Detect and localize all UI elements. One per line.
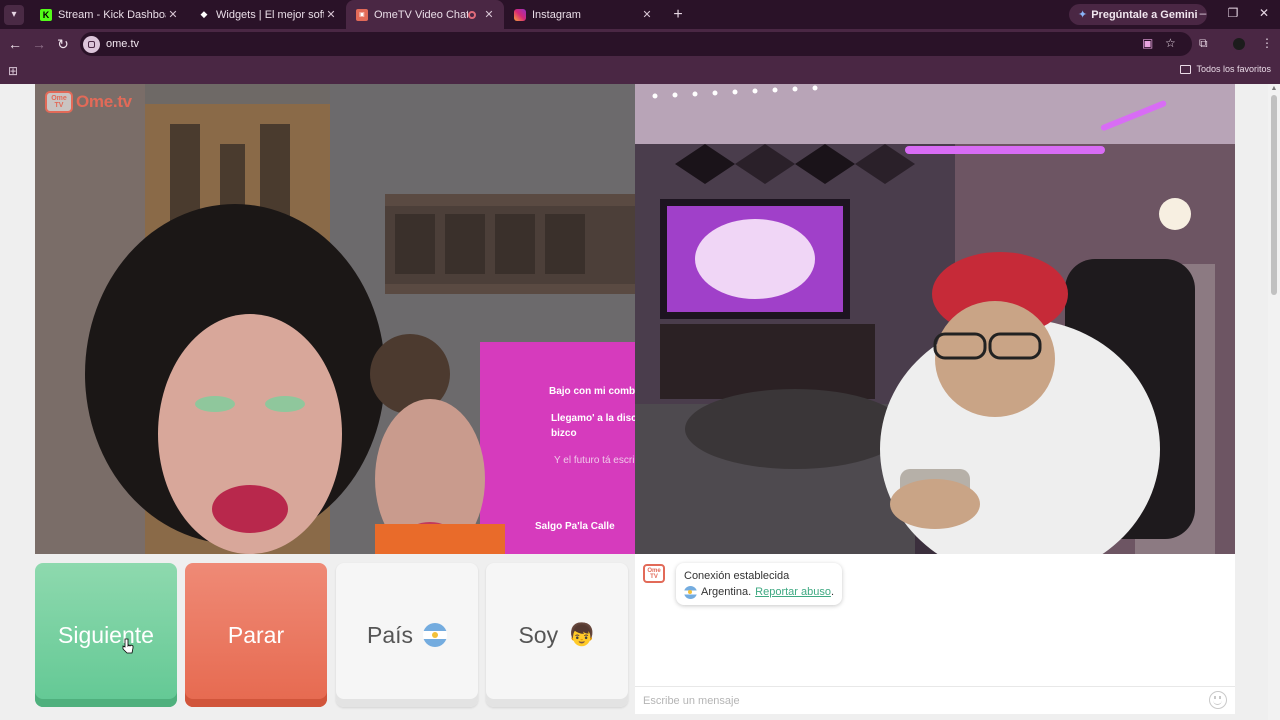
instagram-icon (514, 8, 526, 21)
hand-cursor-icon (122, 638, 134, 654)
close-icon[interactable]: ✕ (640, 8, 654, 21)
sparkle-icon: ✦ (1078, 9, 1088, 21)
next-button-label: Siguiente (58, 621, 154, 648)
screen-brand: Salgo Pa'la Calle (535, 521, 615, 532)
apps-grid-icon[interactable]: ⊞ (8, 64, 18, 78)
stop-button-label: Parar (227, 621, 285, 648)
tab-kick[interactable]: K Stream - Kick Dashboard ✕ (30, 0, 188, 29)
tab-search-icon[interactable]: ▾ (4, 4, 24, 25)
minimize-icon[interactable]: – (1196, 6, 1210, 20)
country-button[interactable]: País (336, 563, 478, 707)
forward-icon[interactable]: → (27, 36, 51, 52)
ometv-icon: ▣ (356, 8, 368, 21)
gemini-button[interactable]: ✦ Pregúntale a Gemini (1069, 4, 1207, 25)
chat-panel: Ome TV Conexión establecida Argentina. R… (635, 554, 1235, 714)
tab-title: Stream - Kick Dashboard (58, 8, 166, 21)
reload-icon[interactable]: ↻ (51, 36, 75, 53)
kick-icon: K (40, 8, 52, 21)
favorites-label: Todos los favoritos (1196, 64, 1271, 74)
boy-avatar-icon: 👦 (568, 622, 596, 647)
screen-lyric-3: bizco (551, 428, 577, 439)
system-message: Conexión establecida Argentina. Reportar… (676, 563, 843, 605)
message-input[interactable] (635, 687, 1205, 714)
screen-lyric-1: Bajo con mi combo a (549, 386, 635, 397)
tab-instagram[interactable]: Instagram ✕ (504, 0, 662, 29)
new-tab-icon[interactable]: + (668, 6, 688, 24)
address-bar[interactable]: ome.tv ▣ ☆ (80, 32, 1192, 56)
ometv-chat-logo-icon: Ome TV (643, 564, 665, 583)
site-info-icon[interactable] (83, 35, 100, 53)
bookmark-star-icon[interactable]: ☆ (1165, 36, 1176, 50)
bookmarks-bar: ⊞ Todos los favoritos (0, 59, 1280, 84)
message-input-bar (635, 686, 1235, 714)
stranger-video: Bajo con mi combo a Llegamo' a la disco … (35, 84, 635, 554)
report-abuse-link[interactable]: Reportar abuso (755, 586, 831, 598)
close-icon[interactable]: ✕ (482, 8, 496, 21)
menu-icon[interactable]: ⋮ (1261, 36, 1273, 50)
logo-text: Ome.tv (76, 92, 132, 111)
tab-widgets[interactable]: ◆ Widgets | El mejor software para ✕ (188, 0, 346, 29)
screen-lyric-4: Y el futuro tá escri (554, 455, 634, 466)
tab-ometv[interactable]: ▣ OmeTV Video Chat — Ome ✕ (346, 0, 504, 29)
scrollbar-thumb[interactable] (1271, 95, 1277, 295)
next-button[interactable]: Siguiente (35, 563, 177, 707)
page-viewport: Bajo con mi combo a Llegamo' a la disco … (0, 84, 1280, 720)
close-icon[interactable]: ✕ (166, 8, 180, 21)
extensions-icon[interactable]: ⧉ (1199, 36, 1208, 51)
browser-toolbar: ← → ↻ ome.tv ▣ ☆ ⧉ ⋮ (0, 29, 1280, 59)
tab-title: Widgets | El mejor software para (216, 8, 324, 21)
self-video-scene (635, 84, 1235, 554)
report-suffix: . (830, 586, 835, 598)
close-icon[interactable]: ✕ (324, 8, 338, 21)
tab-title: Instagram (532, 8, 581, 21)
tab-title: OmeTV Video Chat — Ome (374, 8, 468, 21)
argentina-flag-icon (684, 585, 697, 599)
gender-button-label: Soy (518, 621, 559, 648)
recording-icon (468, 10, 476, 19)
restore-icon[interactable]: ❐ (1226, 6, 1240, 20)
country-button-label: País (366, 621, 414, 648)
scroll-up-icon[interactable]: ▲ (1268, 85, 1280, 92)
gender-button[interactable]: Soy 👦 (486, 563, 628, 707)
page-scrollbar[interactable]: ▲ (1268, 84, 1280, 720)
self-video (635, 84, 1235, 554)
argentina-flag-icon (423, 623, 448, 647)
browser-tab-bar: ▾ K Stream - Kick Dashboard ✕ ◆ Widgets … (0, 0, 1280, 29)
screen-lyric-2: Llegamo' a la disco (551, 413, 635, 424)
profile-avatar[interactable] (1233, 38, 1245, 50)
window-close-icon[interactable]: ✕ (1257, 6, 1271, 20)
ometv-logo: Ome TV Ome.tv (45, 91, 132, 113)
gemini-label: Pregúntale a Gemini (1091, 8, 1198, 21)
stranger-video-scene: Bajo con mi combo a Llegamo' a la disco … (35, 84, 635, 554)
folder-icon (1180, 64, 1192, 74)
url-text: ome.tv (106, 38, 140, 50)
stop-button[interactable]: Parar (185, 563, 327, 707)
all-favorites-folder[interactable]: Todos los favoritos (1180, 64, 1271, 74)
widgets-icon: ◆ (200, 9, 208, 19)
camera-in-use-icon[interactable]: ▣ (1142, 36, 1153, 50)
emoji-icon[interactable] (1209, 691, 1227, 709)
tv-icon: Ome TV (45, 91, 73, 113)
partner-country: Argentina. (701, 586, 752, 598)
back-icon[interactable]: ← (3, 36, 27, 52)
connection-status: Conexión establecida (684, 570, 790, 582)
